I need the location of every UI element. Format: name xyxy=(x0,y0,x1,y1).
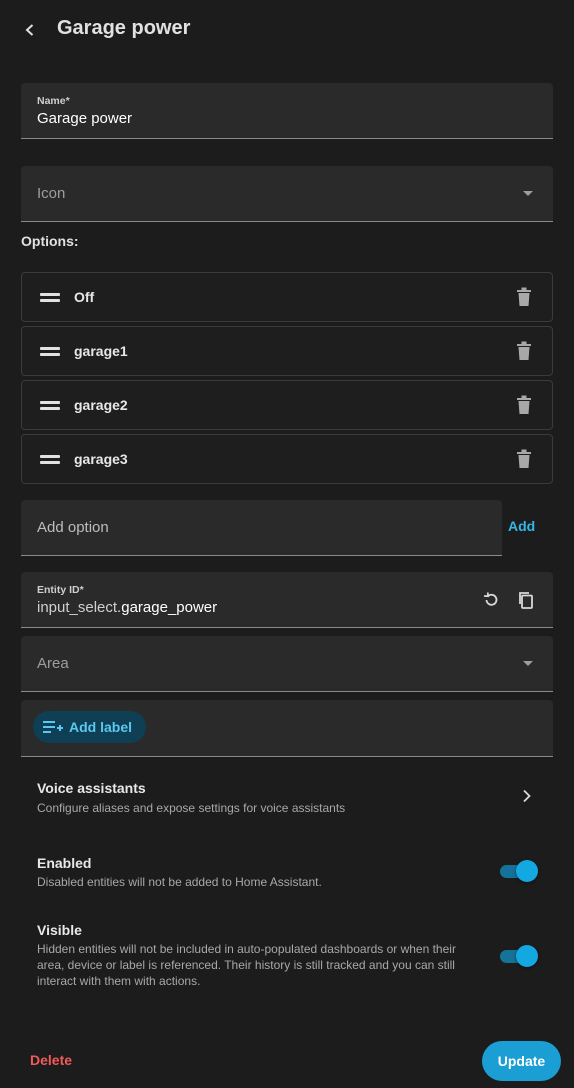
drag-handle-icon[interactable] xyxy=(40,455,60,464)
name-field-label: Name* xyxy=(37,95,70,107)
trash-icon[interactable] xyxy=(516,395,532,415)
back-arrow-icon[interactable] xyxy=(14,14,46,46)
voice-assistants-row[interactable]: Voice assistants Configure aliases and e… xyxy=(0,770,574,822)
enabled-toggle[interactable] xyxy=(500,860,538,882)
enabled-title: Enabled xyxy=(37,855,92,871)
visible-title: Visible xyxy=(37,922,82,938)
entity-id-object: garage_power xyxy=(121,599,218,616)
voice-assistants-subtitle: Configure aliases and expose settings fo… xyxy=(37,801,346,815)
voice-assistants-title: Voice assistants xyxy=(37,780,146,796)
toggle-knob xyxy=(516,945,538,967)
option-label: Off xyxy=(74,289,95,305)
add-label-text: Add label xyxy=(69,719,133,735)
entity-id-domain: input_select. xyxy=(37,599,122,616)
drag-handle-icon[interactable] xyxy=(40,293,60,302)
option-label: garage2 xyxy=(74,397,128,413)
entity-id-field[interactable]: Entity ID* input_select.garage_power xyxy=(21,572,553,628)
option-row: garage3 xyxy=(21,434,553,484)
enabled-subtitle: Disabled entities will not be added to H… xyxy=(37,875,322,889)
copy-icon[interactable] xyxy=(514,588,538,612)
name-field-value[interactable]: Garage power xyxy=(37,110,132,127)
trash-icon[interactable] xyxy=(516,341,532,361)
chevron-down-icon xyxy=(523,191,533,196)
chevron-down-icon xyxy=(523,661,533,666)
trash-icon[interactable] xyxy=(516,449,532,469)
add-option-button[interactable]: Add xyxy=(508,518,535,534)
delete-button[interactable]: Delete xyxy=(30,1052,72,1068)
add-option-input[interactable]: Add option xyxy=(21,500,502,556)
header: Garage power xyxy=(0,0,574,60)
option-label: garage3 xyxy=(74,451,128,467)
add-label-button[interactable]: Add label xyxy=(33,711,147,743)
option-row: Off xyxy=(21,272,553,322)
options-heading: Options: xyxy=(21,233,79,249)
page-title: Garage power xyxy=(57,17,191,39)
icon-picker-placeholder: Icon xyxy=(37,185,66,202)
area-picker-placeholder: Area xyxy=(37,655,69,672)
labels-field: Add label xyxy=(21,700,553,757)
add-option-placeholder: Add option xyxy=(37,519,109,536)
entity-id-value[interactable]: input_select.garage_power xyxy=(37,599,217,616)
option-row: garage2 xyxy=(21,380,553,430)
trash-icon[interactable] xyxy=(516,287,532,307)
visible-row: Visible Hidden entities will not be incl… xyxy=(0,912,574,996)
chevron-right-icon xyxy=(523,789,531,803)
drag-handle-icon[interactable] xyxy=(40,347,60,356)
entity-id-label: Entity ID* xyxy=(37,584,84,596)
toggle-knob xyxy=(516,860,538,882)
icon-picker[interactable]: Icon xyxy=(21,166,553,222)
add-label-icon xyxy=(43,721,63,733)
area-picker[interactable]: Area xyxy=(21,636,553,692)
visible-subtitle: Hidden entities will not be included in … xyxy=(37,942,456,988)
restore-icon[interactable] xyxy=(479,588,503,612)
drag-handle-icon[interactable] xyxy=(40,401,60,410)
option-label: garage1 xyxy=(74,343,128,359)
visible-toggle[interactable] xyxy=(500,945,538,967)
update-button[interactable]: Update xyxy=(482,1041,561,1081)
option-row: garage1 xyxy=(21,326,553,376)
name-field[interactable]: Name* Garage power xyxy=(21,83,553,139)
enabled-row: Enabled Disabled entities will not be ad… xyxy=(0,845,574,897)
